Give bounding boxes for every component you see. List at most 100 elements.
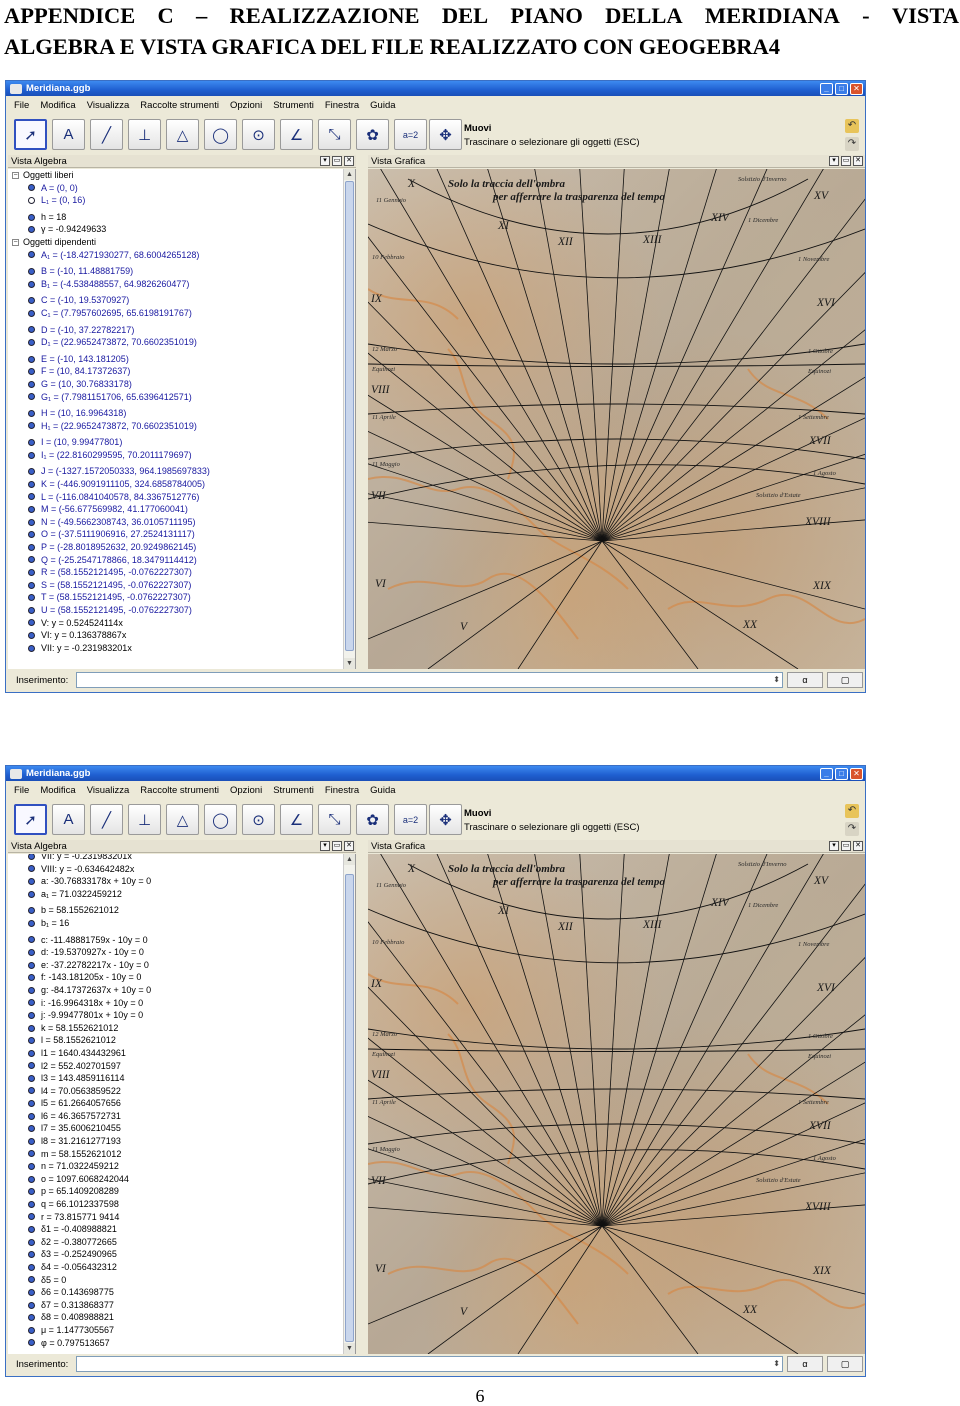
- panel-close-icon[interactable]: ✕: [853, 156, 863, 166]
- undo-icon[interactable]: ↶: [845, 119, 859, 133]
- menu-item-file[interactable]: File: [14, 100, 29, 111]
- visibility-toggle-icon[interactable]: [28, 961, 35, 969]
- algebra-item[interactable]: δ6 = 0.143698775: [8, 1286, 343, 1299]
- angle-icon[interactable]: ∠: [280, 119, 313, 150]
- menu-item-strumenti[interactable]: Strumenti: [273, 100, 314, 111]
- alpha-symbol-button[interactable]: α: [787, 1356, 823, 1372]
- move-arrow-icon[interactable]: ➚: [14, 804, 47, 835]
- algebra-item[interactable]: F = (10, 84.17372637): [8, 365, 343, 378]
- close-icon[interactable]: ✕: [850, 82, 863, 95]
- algebra-item[interactable]: G₁ = (7.7981151706, 65.6396412571): [8, 391, 343, 404]
- visibility-toggle-icon[interactable]: [28, 877, 35, 885]
- graphics-view[interactable]: Solo la traccia dell'ombra per afferrare …: [368, 169, 865, 669]
- algebra-item[interactable]: δ5 = 0: [8, 1274, 343, 1287]
- visibility-toggle-icon[interactable]: [28, 569, 35, 577]
- point-icon[interactable]: A: [52, 804, 85, 835]
- visibility-toggle-icon[interactable]: [28, 1301, 35, 1309]
- close-icon[interactable]: ✕: [850, 767, 863, 780]
- scroll-thumb[interactable]: [345, 874, 354, 1342]
- algebra-item[interactable]: h = 18: [8, 211, 343, 224]
- algebra-item[interactable]: μ = 1.1477305567: [8, 1324, 343, 1337]
- circle-icon[interactable]: ◯: [204, 804, 237, 835]
- algebra-item[interactable]: q = 66.1012337598: [8, 1198, 343, 1211]
- visibility-toggle-icon[interactable]: [28, 480, 35, 488]
- algebra-item[interactable]: δ2 = -0.380772665: [8, 1236, 343, 1249]
- slider-icon[interactable]: a=2: [394, 804, 427, 835]
- visibility-toggle-icon[interactable]: [28, 196, 35, 204]
- visibility-toggle-icon[interactable]: [28, 644, 35, 652]
- visibility-toggle-icon[interactable]: [28, 1251, 35, 1259]
- scroll-up-icon[interactable]: ▲: [344, 169, 355, 180]
- algebra-scrollbar[interactable]: ▲ ▼: [343, 854, 355, 1354]
- input-field[interactable]: ⬍: [76, 1356, 783, 1372]
- menu-item-guida[interactable]: Guida: [370, 785, 395, 796]
- scroll-thumb[interactable]: [345, 181, 354, 651]
- algebra-item[interactable]: U = (58.1552121495, -0.0762227307): [8, 604, 343, 617]
- algebra-item[interactable]: J = (-1327.1572050333, 964.1985697833): [8, 465, 343, 478]
- algebra-item[interactable]: δ4 = -0.056432312: [8, 1261, 343, 1274]
- algebra-item[interactable]: H = (10, 16.9964318): [8, 407, 343, 420]
- visibility-toggle-icon[interactable]: [28, 581, 35, 589]
- reflect-icon[interactable]: ⤡: [318, 804, 351, 835]
- algebra-item[interactable]: L = (-116.0841040578, 84.3367512776): [8, 491, 343, 504]
- algebra-folder[interactable]: − Oggetti dipendenti: [8, 236, 343, 249]
- visibility-toggle-icon[interactable]: [28, 280, 35, 288]
- menu-item-modifica[interactable]: Modifica: [40, 100, 75, 111]
- visibility-toggle-icon[interactable]: [28, 468, 35, 476]
- algebra-item[interactable]: B = (-10, 11.48881759): [8, 265, 343, 278]
- algebra-item[interactable]: δ8 = 0.408988821: [8, 1311, 343, 1324]
- algebra-item[interactable]: H₁ = (22.9652473872, 70.6602351019): [8, 420, 343, 433]
- algebra-item[interactable]: I₁ = (22.8160299595, 70.2011179697): [8, 449, 343, 462]
- algebra-item[interactable]: K = (-446.9091911105, 324.6858784005): [8, 478, 343, 491]
- algebra-item[interactable]: E = (-10, 143.181205): [8, 353, 343, 366]
- algebra-item[interactable]: n = 71.0322459212: [8, 1160, 343, 1173]
- menu-item-finestra[interactable]: Finestra: [325, 100, 359, 111]
- algebra-item[interactable]: G = (10, 30.76833178): [8, 378, 343, 391]
- algebra-item[interactable]: l2 = 552.402701597: [8, 1060, 343, 1073]
- algebra-item[interactable]: l5 = 61.2664057656: [8, 1097, 343, 1110]
- algebra-item[interactable]: δ7 = 0.313868377: [8, 1299, 343, 1312]
- ellipse-icon[interactable]: ⊙: [242, 119, 275, 150]
- algebra-item[interactable]: P = (-28.8018952632, 20.9249862145): [8, 541, 343, 554]
- visibility-toggle-icon[interactable]: [28, 439, 35, 447]
- algebra-item[interactable]: l6 = 46.3657572731: [8, 1110, 343, 1123]
- circle-icon[interactable]: ◯: [204, 119, 237, 150]
- visibility-toggle-icon[interactable]: [28, 594, 35, 602]
- visibility-toggle-icon[interactable]: [28, 531, 35, 539]
- minimize-icon[interactable]: _: [820, 767, 833, 780]
- algebra-item[interactable]: b₁ = 16: [8, 917, 343, 930]
- visibility-toggle-icon[interactable]: [28, 380, 35, 388]
- visibility-toggle-icon[interactable]: [28, 1087, 35, 1095]
- algebra-item[interactable]: g: -84.17372637x + 10y = 0: [8, 984, 343, 997]
- slider-icon[interactable]: a=2: [394, 119, 427, 150]
- visibility-toggle-icon[interactable]: [28, 907, 35, 915]
- input-spinner-icon[interactable]: ⬍: [773, 1359, 780, 1368]
- graphics-view[interactable]: Solo la traccia dell'ombra per afferrare …: [368, 854, 865, 1354]
- menu-item-visualizza[interactable]: Visualizza: [87, 785, 130, 796]
- visibility-toggle-icon[interactable]: [28, 1213, 35, 1221]
- algebra-item[interactable]: a: -30.76833178x + 10y = 0: [8, 875, 343, 888]
- visibility-toggle-icon[interactable]: [28, 297, 35, 305]
- menu-item-strumenti[interactable]: Strumenti: [273, 785, 314, 796]
- visibility-toggle-icon[interactable]: [28, 1062, 35, 1070]
- visibility-toggle-icon[interactable]: [28, 948, 35, 956]
- move-view-icon[interactable]: ✥: [429, 119, 462, 150]
- visibility-toggle-icon[interactable]: [28, 1339, 35, 1347]
- algebra-item[interactable]: p = 65.1409208289: [8, 1185, 343, 1198]
- algebra-item[interactable]: d: -19.5370927x - 10y = 0: [8, 946, 343, 959]
- move-view-icon[interactable]: ✥: [429, 804, 462, 835]
- visibility-toggle-icon[interactable]: [28, 619, 35, 627]
- visibility-toggle-icon[interactable]: [28, 556, 35, 564]
- panel-close-icon[interactable]: ✕: [344, 841, 354, 851]
- visibility-toggle-icon[interactable]: [28, 355, 35, 363]
- scroll-up-icon[interactable]: ▲: [344, 854, 355, 865]
- algebra-item[interactable]: R = (58.1552121495, -0.0762227307): [8, 566, 343, 579]
- visibility-toggle-icon[interactable]: [28, 368, 35, 376]
- visibility-toggle-icon[interactable]: [28, 1049, 35, 1057]
- point-icon[interactable]: A: [52, 119, 85, 150]
- visibility-toggle-icon[interactable]: [28, 1200, 35, 1208]
- window-titlebar[interactable]: Meridiana.ggb _ □ ✕: [6, 81, 865, 96]
- line-icon[interactable]: ╱: [90, 804, 123, 835]
- algebra-item[interactable]: i: -16.9964318x + 10y = 0: [8, 997, 343, 1010]
- menu-item-finestra[interactable]: Finestra: [325, 785, 359, 796]
